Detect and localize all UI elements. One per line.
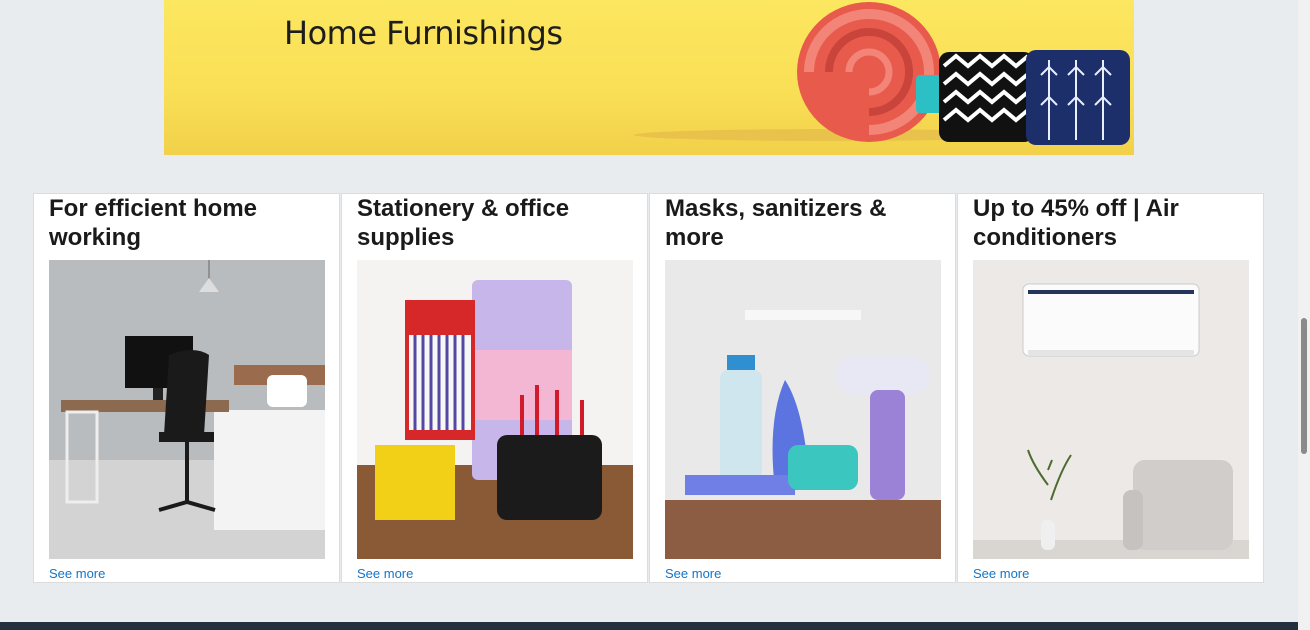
home-furnishings-banner[interactable]: Home Furnishings <box>164 0 1134 155</box>
furnishings-illustration <box>634 2 1130 145</box>
card-stationery: Stationery & office supplies See more <box>341 193 648 583</box>
see-more-link[interactable]: See more <box>49 566 105 581</box>
card-title: For efficient home working <box>49 195 258 251</box>
arrow-pillow-icon <box>1026 50 1130 145</box>
masks-sanitizers-image[interactable] <box>665 260 941 559</box>
card-title: Up to 45% off | Air conditioners <box>973 195 1179 251</box>
see-more-link[interactable]: See more <box>973 566 1029 581</box>
scrollbar-thumb[interactable] <box>1301 318 1307 454</box>
scrollbar[interactable] <box>1298 0 1310 630</box>
home-office-image[interactable] <box>49 260 325 559</box>
air-conditioner-image[interactable] <box>973 260 1249 559</box>
card-home-working: For efficient home working See more <box>33 193 340 583</box>
see-more-link[interactable]: See more <box>357 566 413 581</box>
see-more-link[interactable]: See more <box>665 566 721 581</box>
footer-bar <box>0 622 1298 630</box>
card-title: Stationery & office supplies <box>357 195 570 251</box>
rolled-blanket-icon <box>797 2 941 142</box>
chevron-pillow-icon <box>939 52 1034 142</box>
banner-title: Home Furnishings <box>284 14 563 52</box>
card-title: Masks, sanitizers & more <box>665 195 887 251</box>
stationery-image[interactable] <box>357 260 633 559</box>
card-masks: Masks, sanitizers & more See more <box>649 193 956 583</box>
card-air-conditioners: Up to 45% off | Air conditioners See mor… <box>957 193 1264 583</box>
